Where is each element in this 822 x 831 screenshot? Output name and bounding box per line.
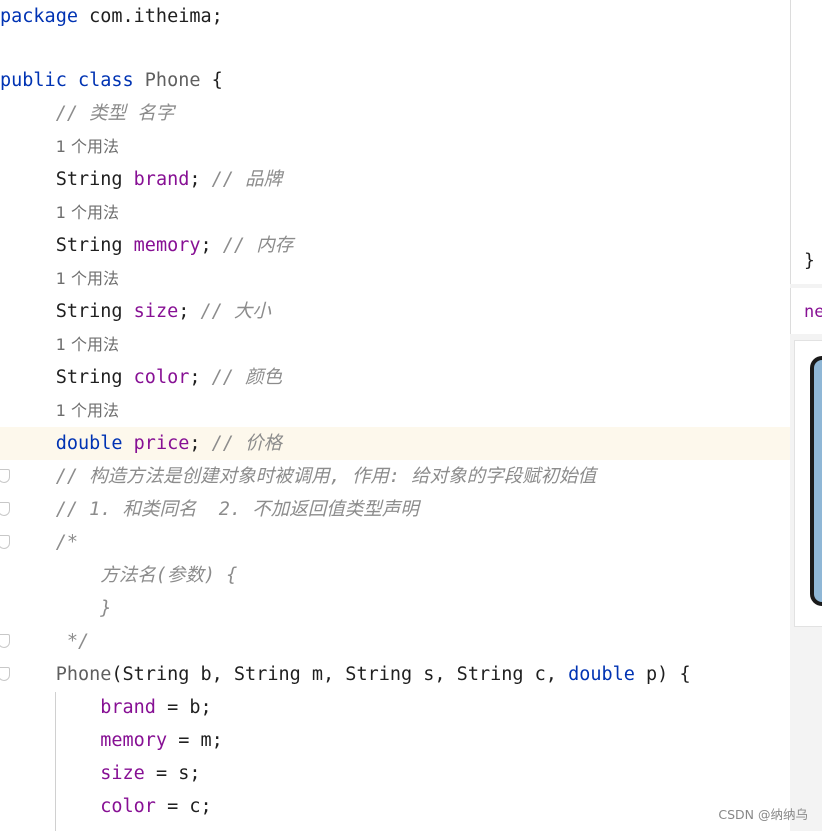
code-line-comment-ctor-desc[interactable]: // 构造方法是创建对象时被调用, 作用: 给对象的字段赋初始值 — [0, 460, 790, 493]
field-size: size — [133, 301, 179, 322]
constructor-params: (String b, String m, String s, String c, — [111, 664, 569, 685]
field-type: String — [55, 169, 123, 190]
field-brand: brand — [100, 697, 156, 718]
fold-icon[interactable] — [0, 535, 10, 549]
comment: // 价格 — [211, 433, 283, 454]
code-line-field-memory[interactable]: String memory; // 内存 — [0, 229, 790, 262]
usage-hint-line[interactable]: 1 个用法 — [0, 130, 790, 163]
comment: // 大小 — [200, 301, 271, 322]
code-editor[interactable]: package com.itheima; public class Phone … — [0, 0, 790, 831]
field-color: color — [133, 367, 190, 388]
class-open-brace: { — [200, 70, 223, 91]
class-modifiers: public class — [0, 70, 134, 91]
field-price: price — [133, 433, 190, 454]
code-line-block-comment-open[interactable]: /* — [0, 526, 790, 559]
usage-hint[interactable]: 1 个用法 — [56, 203, 119, 222]
watermark: CSDN @纳纳乌 — [718, 807, 808, 822]
semicolon: ; — [189, 169, 201, 190]
usage-hint[interactable]: 1 个用法 — [56, 137, 119, 156]
code-line-block-comment-sig[interactable]: 方法名(参数) { — [0, 559, 790, 592]
semicolon: ; — [189, 367, 201, 388]
code-line-block-comment-close[interactable]: */ — [0, 625, 790, 658]
semicolon: ; — [178, 301, 190, 322]
semicolon: ; — [189, 433, 201, 454]
code-line-comment-type-name[interactable]: // 类型 名字 — [0, 97, 790, 130]
fold-icon[interactable] — [0, 502, 10, 516]
package-name: com.itheima; — [77, 6, 223, 27]
constructor-name: Phone — [55, 664, 112, 685]
code-line-assign-size[interactable]: size = s; — [0, 757, 790, 790]
code-line-assign-color[interactable]: color = c; — [0, 790, 790, 823]
field-size: size — [100, 763, 145, 784]
code-line-assign-memory[interactable]: memory = m; — [0, 724, 790, 757]
comment: // 类型 名字 — [55, 103, 175, 124]
field-color: color — [100, 796, 156, 817]
side-brace: } — [804, 250, 815, 271]
constructor-params-end: p) { — [634, 664, 691, 685]
usage-hint[interactable]: 1 个用法 — [56, 335, 119, 354]
field-type: String — [55, 235, 123, 256]
comment: // 品牌 — [211, 169, 283, 190]
indent-guide — [55, 692, 56, 831]
code-line-field-size[interactable]: String size; // 大小 — [0, 295, 790, 328]
comment: // 构造方法是创建对象时被调用, 作用: 给对象的字段赋初始值 — [55, 466, 597, 487]
usage-hint-line[interactable]: 1 个用法 — [0, 394, 790, 427]
code-line-assign-brand[interactable]: brand = b; — [0, 691, 790, 724]
semicolon: ; — [200, 235, 212, 256]
field-type: String — [55, 301, 123, 322]
comment: // 内存 — [222, 235, 294, 256]
fold-icon[interactable] — [0, 667, 10, 681]
block-comment-close: */ — [66, 631, 90, 652]
block-comment-brace: } — [100, 598, 112, 619]
code-line-constructor[interactable]: Phone(String b, String m, String s, Stri… — [0, 658, 790, 691]
side-panel: } ne — [790, 0, 822, 831]
fold-icon[interactable] — [0, 469, 10, 483]
code-line-package[interactable]: package com.itheima; — [0, 0, 790, 33]
field-memory: memory — [133, 235, 201, 256]
usage-hint-line[interactable]: 1 个用法 — [0, 196, 790, 229]
param-type-double: double — [568, 664, 635, 685]
assignment: = m; — [167, 730, 223, 751]
usage-hint-line[interactable]: 1 个用法 — [0, 328, 790, 361]
code-line-block-comment-brace[interactable]: } — [0, 592, 790, 625]
assignment: = s; — [144, 763, 201, 784]
assignment: = b; — [155, 697, 212, 718]
keyword-package: package — [0, 6, 78, 27]
comment: // 1. 和类同名 2. 不加返回值类型声明 — [55, 499, 419, 520]
field-type: String — [55, 367, 123, 388]
usage-hint[interactable]: 1 个用法 — [56, 269, 119, 288]
class-name: Phone — [144, 70, 201, 91]
side-editor-preview — [790, 0, 822, 284]
field-brand: brand — [133, 169, 190, 190]
code-line-comment-ctor-rules[interactable]: // 1. 和类同名 2. 不加返回值类型声明 — [0, 493, 790, 526]
code-line-field-brand[interactable]: String brand; // 品牌 — [0, 163, 790, 196]
usage-hint[interactable]: 1 个用法 — [56, 401, 119, 420]
usage-hint-line[interactable]: 1 个用法 — [0, 262, 790, 295]
code-line-class-decl[interactable]: public class Phone { — [0, 64, 790, 97]
assignment: = c; — [155, 796, 212, 817]
code-line-field-price-current[interactable]: double price; // 价格 — [0, 427, 790, 460]
phone-image — [810, 356, 822, 606]
block-comment-text: 方法名(参数) { — [100, 565, 238, 586]
block-comment-open: /* — [55, 532, 78, 553]
comment: // 颜色 — [211, 367, 283, 388]
fold-icon[interactable] — [0, 634, 10, 648]
side-tab-label: ne — [804, 302, 822, 322]
field-memory: memory — [100, 730, 168, 751]
field-type: double — [55, 433, 123, 454]
code-line-field-color[interactable]: String color; // 颜色 — [0, 361, 790, 394]
